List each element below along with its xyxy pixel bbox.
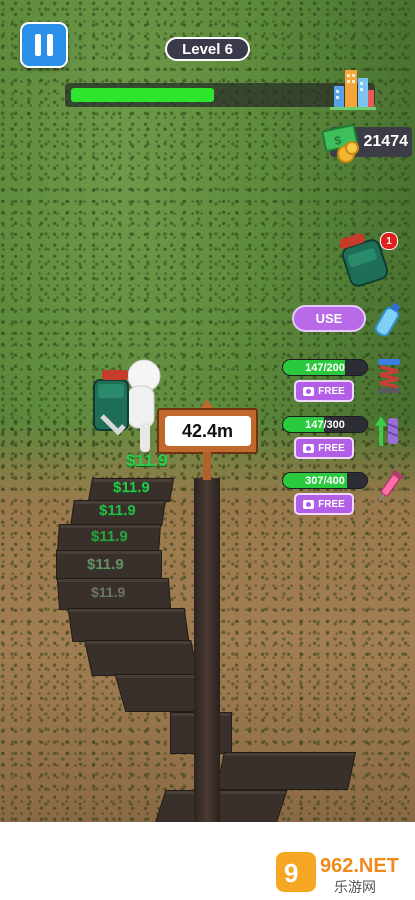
spring-icon — [378, 359, 400, 393]
cash-icon: $ — [321, 124, 359, 163]
upgrade-progress-text: 147/200 — [305, 361, 345, 374]
ad-video-icon — [303, 443, 315, 453]
upgrade-progress-bar: 147/200 — [282, 359, 368, 376]
earning-text: $11.9 — [91, 528, 128, 545]
free-label: FREE — [318, 498, 345, 510]
game-scene: $11.9 $11.9 $11.9 $11.9 $11.9 $11.9 42.4… — [0, 0, 415, 822]
pause-button[interactable] — [20, 22, 68, 68]
miner-character — [93, 359, 161, 452]
notification-badge: 1 — [380, 232, 398, 250]
upgrade-progress-bar: 147/300 — [282, 416, 368, 433]
free-upgrade-button[interactable]: FREE — [294, 493, 354, 515]
earning-text: $11.9 — [99, 502, 136, 519]
depth-sign: 42.4m — [157, 408, 258, 454]
ad-video-icon — [303, 499, 315, 509]
earning-text: $11.9 — [113, 479, 150, 496]
earning-text: $11.9 — [87, 556, 124, 573]
depth-value: 42.4m — [164, 416, 251, 446]
level-indicator: Level 6 — [165, 37, 250, 61]
city-goal-icon — [330, 70, 376, 110]
upgrade-syringe: 307/400 FREE — [282, 472, 368, 515]
watermark-brand: 962.NET — [320, 855, 399, 877]
use-button[interactable]: USE — [292, 305, 366, 332]
earning-text: $11.9 — [91, 584, 126, 600]
ad-video-icon — [303, 386, 315, 396]
svg-text:9: 9 — [284, 858, 298, 888]
drill-icon — [375, 416, 399, 446]
free-label: FREE — [318, 442, 345, 454]
site-watermark: 9 962.NET 乐游网 — [276, 852, 399, 896]
free-upgrade-button[interactable]: FREE — [294, 380, 354, 402]
upgrade-drill: 147/300 FREE — [282, 416, 368, 459]
depth-progress-bar — [65, 83, 375, 107]
depth-progress-fill — [71, 88, 215, 102]
money-value: 21474 — [363, 133, 409, 150]
upgrade-progress-text: 147/300 — [305, 418, 345, 431]
stair-pole — [194, 478, 220, 822]
pause-icon — [35, 34, 41, 56]
water-bottle-icon — [374, 303, 400, 337]
upgrade-progress-bar: 307/400 — [282, 472, 368, 489]
free-label: FREE — [318, 385, 345, 397]
syringe-icon — [378, 469, 404, 502]
watermark-subtitle: 乐游网 — [334, 880, 376, 896]
free-upgrade-button[interactable]: FREE — [294, 437, 354, 459]
upgrade-progress-text: 307/400 — [305, 474, 345, 487]
sign-post — [203, 452, 211, 480]
upgrade-spring: 147/200 FREE — [282, 359, 368, 402]
